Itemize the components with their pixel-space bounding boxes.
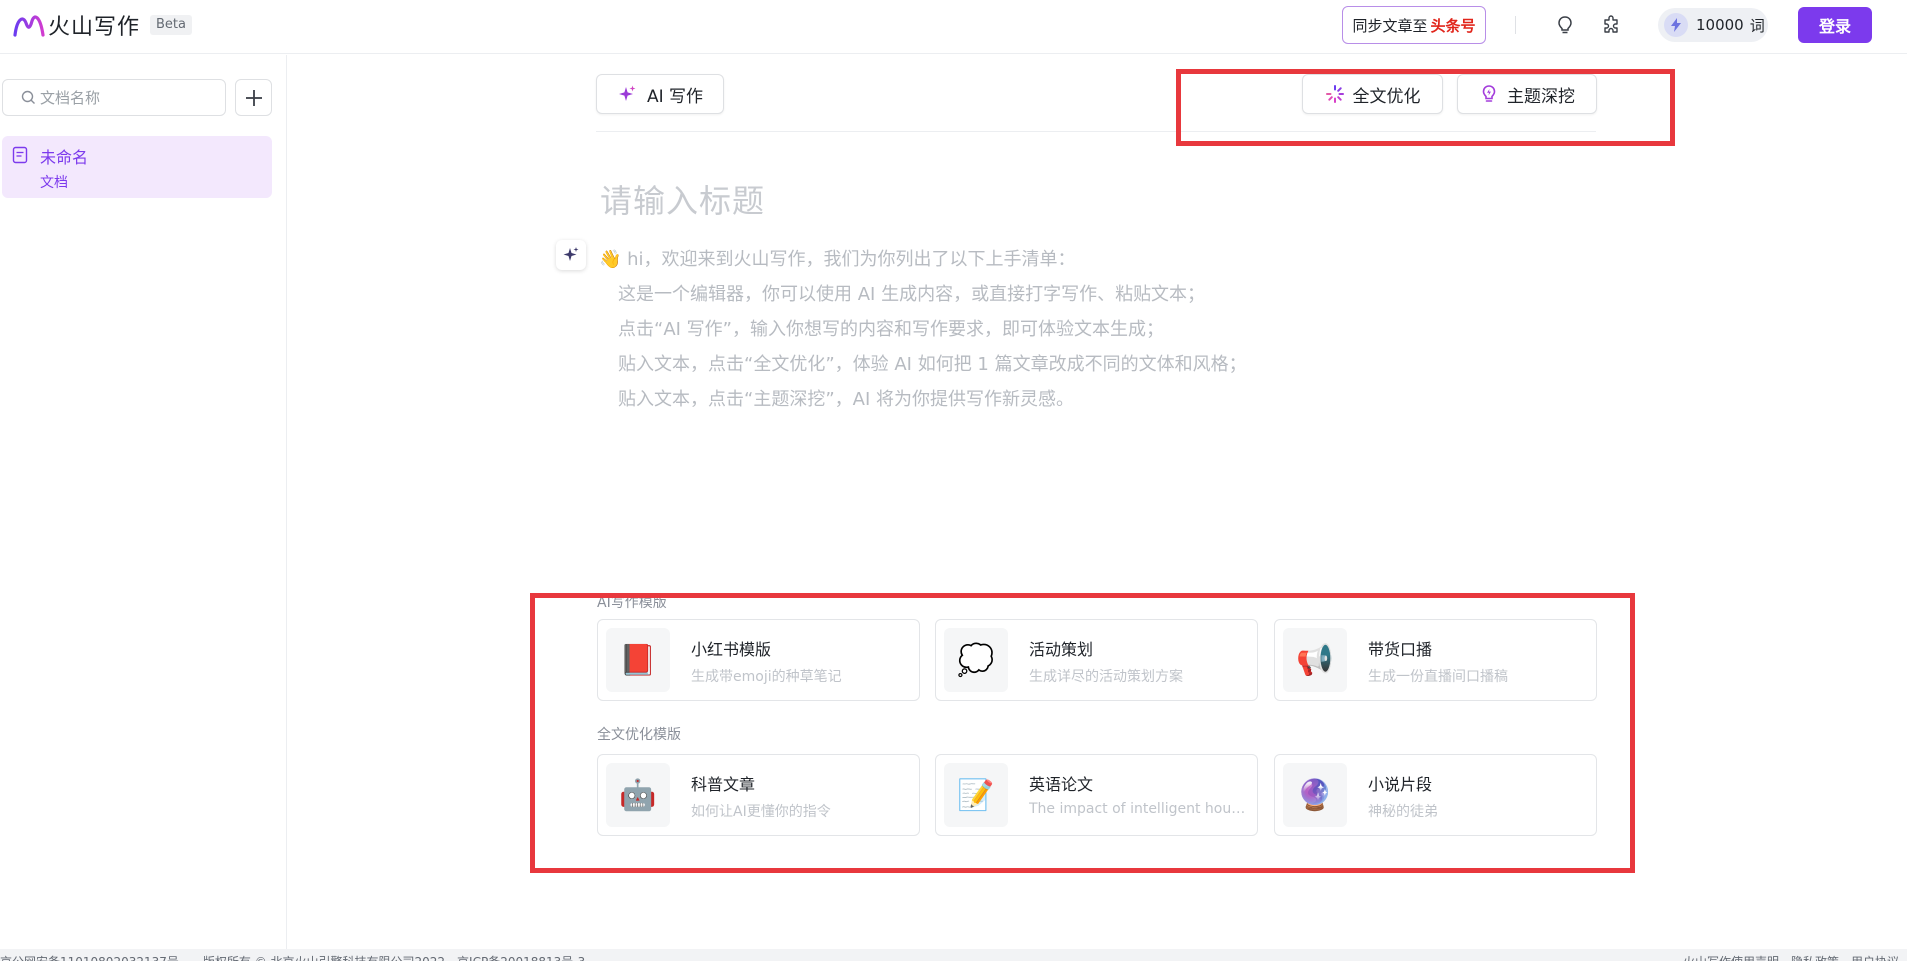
- app-logo[interactable]: 火山写作 Beta: [12, 10, 192, 40]
- plus-icon: [245, 89, 262, 106]
- inline-ai-button[interactable]: [556, 240, 586, 270]
- footer-links[interactable]: 火山写作使用声明 隐私政策 用户协议: [1683, 953, 1899, 961]
- new-document-button[interactable]: [235, 79, 272, 116]
- volcano-logo-icon: [13, 15, 45, 37]
- sync-brand: 头条号: [1430, 16, 1476, 35]
- search-icon: [21, 90, 35, 104]
- plugin-icon[interactable]: [1600, 14, 1622, 36]
- sync-label: 同步文章至: [1352, 16, 1428, 35]
- footer-legal-text: 京公网安备11010802032137号 版权所有 © 北京火山引擎科技有限公司…: [0, 953, 585, 961]
- login-button[interactable]: 登录: [1798, 7, 1872, 43]
- sync-to-toutiao-button[interactable]: 同步文章至 头条号: [1342, 6, 1486, 44]
- bolt-icon: [1664, 13, 1688, 37]
- hint-line-ai-write: 点击“AI 写作”，输入你想写的内容和写作要求，即可体验文本生成；: [618, 319, 1164, 340]
- document-icon: [12, 146, 28, 164]
- doc-search-input[interactable]: [40, 88, 220, 107]
- sparkle-icon: [618, 85, 636, 101]
- header-divider: [1515, 16, 1516, 34]
- credits-value: 10000: [1696, 16, 1744, 34]
- doc-search-box[interactable]: [2, 79, 226, 116]
- highlight-box-toolbar: [1176, 69, 1675, 146]
- document-list-item[interactable]: 未命名 文档: [2, 136, 272, 198]
- lightbulb-icon[interactable]: [1554, 14, 1576, 36]
- credits-unit: 词: [1749, 16, 1765, 35]
- app-name: 火山写作: [48, 15, 141, 40]
- document-title: 未命名: [40, 148, 89, 167]
- ai-write-label: AI 写作: [646, 86, 704, 107]
- hint-line-intro: 👋 hi，欢迎来到火山写作，我们为你列出了以下上手清单：: [599, 249, 1076, 270]
- word-credits[interactable]: 10000 词: [1658, 8, 1768, 42]
- hint-line-editor: 这是一个编辑器，你可以使用 AI 生成内容，或直接打字写作、粘贴文本；: [618, 284, 1206, 305]
- document-subtitle: 文档: [40, 175, 68, 191]
- title-placeholder[interactable]: 请输入标题: [600, 176, 765, 222]
- sparkle-icon: [563, 247, 579, 261]
- ai-write-button[interactable]: AI 写作: [596, 74, 724, 114]
- top-header: 火山写作 Beta 同步文章至 头条号 10000 词 登录: [0, 0, 1907, 54]
- hint-line-deep-dive: 贴入文本，点击“主题深挖”，AI 将为你提供写作新灵感。: [618, 389, 1074, 410]
- document-sidebar: 未命名 文档: [0, 55, 287, 949]
- highlight-box-templates: [530, 593, 1635, 873]
- beta-badge: Beta: [150, 15, 192, 35]
- hint-line-optimize: 贴入文本，点击“全文优化”，体验 AI 如何把 1 篇文章改成不同的文体和风格；: [618, 354, 1247, 375]
- page-footer: 京公网安备11010802032137号 版权所有 © 北京火山引擎科技有限公司…: [0, 949, 1907, 961]
